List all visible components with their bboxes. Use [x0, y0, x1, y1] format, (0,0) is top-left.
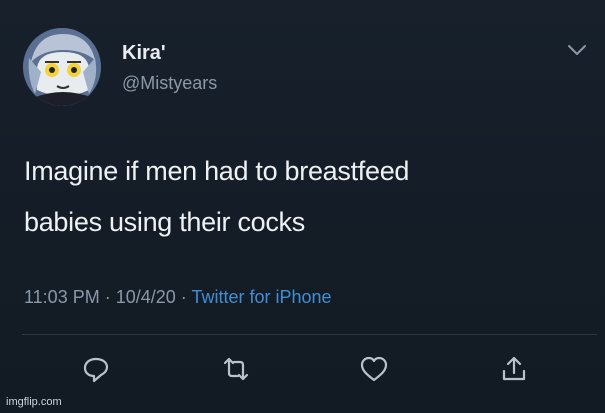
- retweet-icon: [223, 357, 249, 381]
- like-button[interactable]: [358, 353, 390, 385]
- share-icon: [502, 356, 526, 381]
- like-icon: [360, 356, 388, 382]
- tweet-text: Imagine if men had to breastfeed babies …: [24, 146, 584, 248]
- tweet-date[interactable]: 10/4/20: [116, 287, 176, 307]
- user-handle[interactable]: @Mistyears: [122, 73, 217, 94]
- divider: [22, 334, 597, 335]
- tweet-text-line: Imagine if men had to breastfeed: [24, 156, 410, 186]
- watermark: imgflip.com: [6, 396, 62, 408]
- retweet-button[interactable]: [220, 353, 252, 385]
- tweet-text-line: babies using their cocks: [24, 207, 305, 237]
- tweet-time: 11:03 PM: [24, 287, 100, 307]
- meta-separator: ·: [175, 287, 192, 307]
- tweet-card: Kira' @Mistyears Imagine if men had to b…: [0, 0, 605, 413]
- share-button[interactable]: [498, 353, 530, 385]
- reply-button[interactable]: [80, 353, 112, 385]
- display-name[interactable]: Kira': [122, 42, 166, 65]
- tweet-source-link[interactable]: Twitter for iPhone: [191, 287, 331, 307]
- avatar[interactable]: [23, 28, 101, 106]
- chevron-down-icon[interactable]: [566, 42, 588, 58]
- tweet-meta: 11:03 PM · 10/4/20 · Twitter for iPhone: [24, 287, 332, 308]
- reply-icon: [83, 357, 109, 383]
- meta-separator: ·: [99, 287, 116, 307]
- anime-avatar-icon: [23, 28, 101, 106]
